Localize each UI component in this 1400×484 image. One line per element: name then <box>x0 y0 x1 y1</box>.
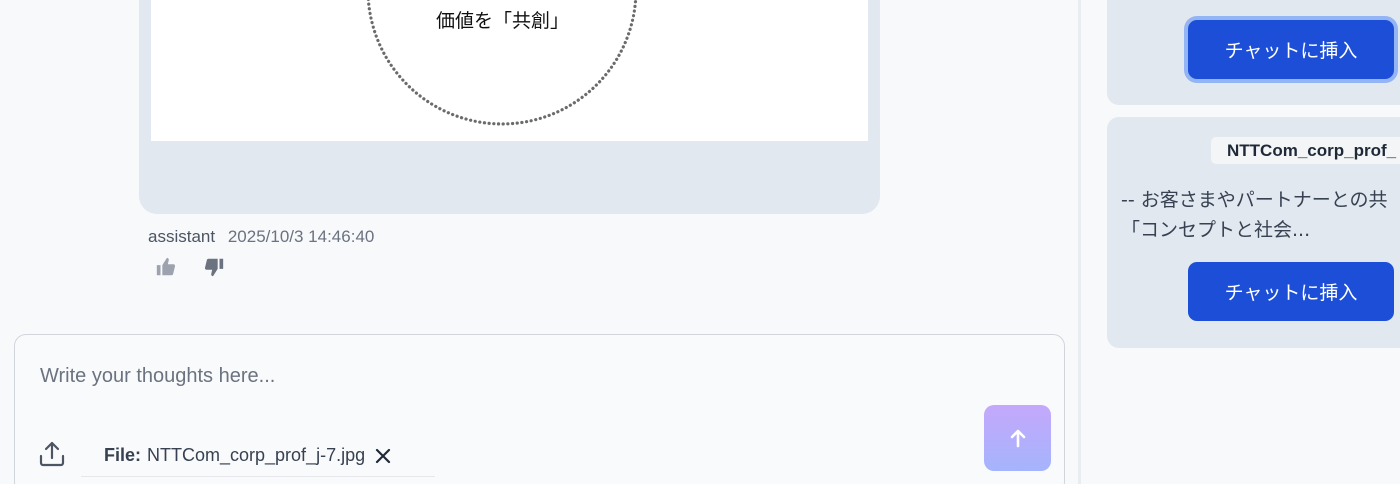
thumbs-up-icon[interactable] <box>155 256 177 278</box>
insert-to-chat-button[interactable]: チャットに挿入 <box>1188 262 1394 321</box>
image-caption-text: 価値を「共創」 <box>435 10 569 32</box>
arrow-up-icon <box>1010 429 1025 448</box>
reference-file-name: NTTCom_corp_prof_ <box>1211 137 1400 164</box>
message-image: 価値を「共創」 <box>151 0 868 141</box>
reference-sidebar: チャットに挿入 NTTCom_corp_prof_ -- お客さまやパートナーと… <box>1081 0 1400 484</box>
message-author: assistant <box>148 227 216 246</box>
close-icon[interactable] <box>374 447 392 465</box>
attached-file: File: NTTCom_corp_prof_j-7.jpg <box>81 435 435 477</box>
send-button[interactable] <box>984 405 1051 471</box>
excerpt-line: 「コンセプトと社会... <box>1121 219 1311 241</box>
attachment-label: File: <box>104 445 142 465</box>
chat-area: 価値を「共創」 assistant 2025/10/3 14:46:40 Fil… <box>0 0 1078 484</box>
insert-to-chat-button[interactable]: チャットに挿入 <box>1188 20 1394 79</box>
thumbs-down-icon[interactable] <box>203 256 225 278</box>
reference-card: NTTCom_corp_prof_ -- お客さまやパートナーとの共 「コンセプ… <box>1107 117 1400 348</box>
message-timestamp: 2025/10/3 14:46:40 <box>227 227 375 246</box>
attachment-filename: NTTCom_corp_prof_j-7.jpg <box>147 445 366 465</box>
reference-excerpt: -- お客さまやパートナーとの共 「コンセプトと社会... <box>1121 185 1400 245</box>
upload-icon[interactable] <box>37 439 67 469</box>
reference-card: チャットに挿入 <box>1107 0 1400 105</box>
message-composer: File: NTTCom_corp_prof_j-7.jpg <box>14 334 1065 484</box>
message-input[interactable] <box>40 361 940 391</box>
excerpt-line: -- お客さまやパートナーとの共 <box>1121 189 1388 211</box>
message-meta: assistant 2025/10/3 14:46:40 <box>148 227 374 247</box>
feedback-actions <box>155 256 225 278</box>
